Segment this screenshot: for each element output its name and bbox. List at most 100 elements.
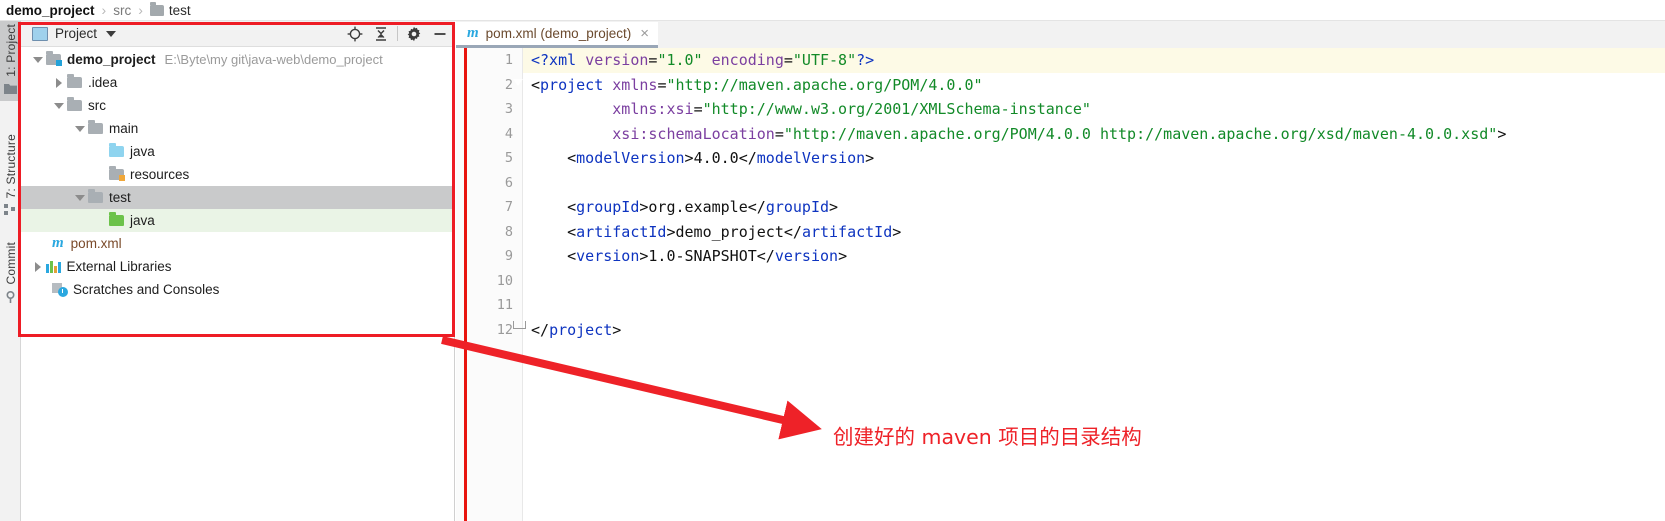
tree-row[interactable]: demo_project E:\Byte\my git\java-web\dem… [21,48,454,71]
code-token: > [684,149,694,167]
close-icon[interactable]: × [640,26,649,41]
tree-item-label: pom.xml [70,235,122,251]
line-number: 4 [504,125,513,142]
code-token: = [693,100,703,118]
tree-row[interactable]: java [21,209,454,232]
breadcrumb-item-src[interactable]: src [113,3,131,18]
code-token: < [531,149,577,167]
scratches-icon [52,283,68,297]
code-token: demo_project [675,222,784,241]
tree-row[interactable]: main [21,117,454,140]
chevron-down-icon[interactable] [73,191,86,204]
tree-item-label: src [88,97,106,113]
code-token: </ [531,320,550,339]
line-number: 9 [504,248,513,264]
breadcrumb-separator: › [138,2,143,18]
code-token: xmlns [612,75,658,94]
sidebar-item-project[interactable]: 1: Project [0,21,21,101]
tree-row[interactable]: External Libraries [21,255,454,278]
code-token: modelVersion [756,149,866,167]
vcs-change-marker [464,48,467,521]
select-opened-file-icon[interactable] [342,22,368,46]
code-line[interactable]: </project> [523,318,1665,343]
sidebar-item-label: Commit [3,242,18,285]
code-lines[interactable]: <?xml version="1.0" encoding="UTF-8"?> <… [523,48,1665,521]
code-token: </ [756,247,775,265]
chevron-right-icon[interactable] [52,76,65,89]
tree-item-label: resources [130,166,190,182]
code-editor[interactable]: 1 2 3 4 5 6 7 8 9 10 11 12 <?xml version… [456,48,1665,521]
code-line[interactable] [523,269,1665,294]
tree-item-label: External Libraries [66,258,172,274]
tree-row[interactable]: Scratches and Consoles [21,278,454,301]
code-token: artifactId [801,222,893,241]
collapse-all-icon[interactable] [368,22,394,46]
sidebar-item-commit[interactable]: Commit [0,239,21,310]
code-token: ?> [856,51,875,69]
code-line[interactable]: xsi:schemaLocation="http://maven.apache.… [523,122,1665,147]
chevron-down-icon[interactable] [52,99,65,112]
editor-tabbar: m pom.xml (demo_project) × [456,21,1665,48]
tab-pom-xml[interactable]: m pom.xml (demo_project) × [456,22,658,48]
code-token: project [549,320,613,339]
project-panel-title-group[interactable]: Project [21,26,117,41]
breadcrumb-item-project[interactable]: demo_project [6,3,95,18]
tree-row[interactable]: resources [21,163,454,186]
line-number: 5 [504,150,513,166]
gear-icon[interactable] [401,22,427,46]
chevron-down-icon[interactable] [73,122,86,135]
tree-item-label: Scratches and Consoles [73,281,220,297]
tab-label: pom.xml (demo_project) [485,26,632,41]
code-token: > [892,222,902,241]
maven-icon: m [52,235,64,251]
folder-icon [67,74,82,88]
folder-icon [149,1,164,16]
code-token: "UTF-8" [792,51,857,69]
code-line[interactable]: <groupId>org.example</groupId> [523,195,1665,220]
code-token: < [531,75,541,94]
breadcrumb-label: test [168,2,191,18]
code-line[interactable]: <?xml version="1.0" encoding="UTF-8"?> [523,48,1665,73]
tree-row[interactable]: src [21,94,454,117]
code-token: 1.0-SNAPSHOT [648,247,757,265]
code-token: project [540,75,604,94]
code-token: = [783,51,793,69]
code-token: modelVersion [576,149,685,167]
minimize-icon[interactable] [427,22,453,46]
tree-item-label: test [109,189,131,205]
chevron-down-icon[interactable] [106,30,117,37]
tree-row[interactable]: m pom.xml [21,232,454,255]
code-token: > [612,320,622,339]
tree-item-path: E:\Byte\my git\java-web\demo_project [164,52,383,67]
code-line[interactable] [523,293,1665,318]
code-line[interactable] [523,171,1665,196]
chevron-down-icon[interactable] [31,53,44,66]
tree-row[interactable]: .idea [21,71,454,94]
toolbar-divider [397,26,398,41]
code-line[interactable]: <version>1.0-SNAPSHOT</version> [523,244,1665,269]
code-token: > [865,149,875,167]
sidebar-item-structure[interactable]: 7: Structure [0,131,21,222]
line-number: 8 [504,223,513,240]
project-tree[interactable]: demo_project E:\Byte\my git\java-web\dem… [21,48,454,521]
chevron-right-icon[interactable] [31,260,44,273]
breadcrumb-item-test[interactable]: test [149,1,191,18]
line-number-gutter: 1 2 3 4 5 6 7 8 9 10 11 12 [456,48,526,521]
tree-row[interactable]: test [21,186,454,209]
tree-item-label: java [130,212,155,228]
left-tool-strip: 1: Project 7: Structure Commit [0,21,21,521]
code-token: <?xml [531,51,586,69]
code-line[interactable]: xmlns:xsi="http://www.w3.org/2001/XMLSch… [523,97,1665,122]
tree-row[interactable]: java [21,140,454,163]
project-panel-actions [342,22,455,46]
project-tool-window: Project demo_project E:\Byte\my git\java… [21,21,455,521]
line-number: 2 [504,76,513,93]
code-line[interactable]: <modelVersion>4.0.0</modelVersion> [523,146,1665,171]
code-token: groupId [765,198,830,216]
breadcrumb: demo_project › src › test [0,0,1665,21]
code-line[interactable]: <project xmlns="http://maven.apache.org/… [523,73,1665,98]
code-line[interactable]: <artifactId>demo_project</artifactId> [523,220,1665,245]
